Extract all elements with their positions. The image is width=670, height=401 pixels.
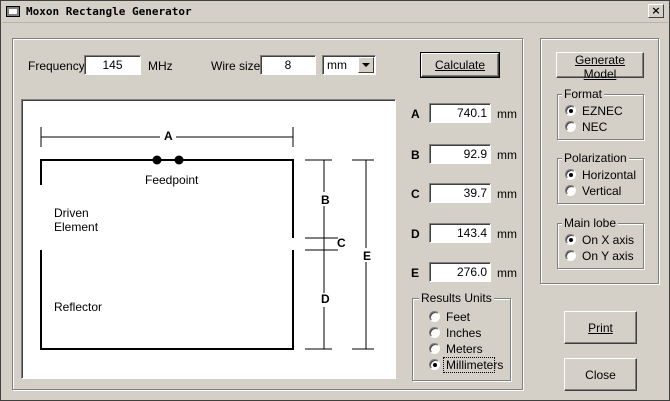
wire-size-input[interactable] (260, 55, 316, 75)
result-a-unit: mm (497, 107, 517, 121)
result-a-value[interactable] (429, 103, 491, 123)
dim-label-b: B (321, 193, 330, 207)
units-millimeters-radio[interactable] (429, 359, 440, 370)
units-inches-label[interactable]: Inches (446, 326, 481, 340)
feedpoint-label: Feedpoint (145, 173, 199, 187)
results-units-title: Results Units (419, 291, 494, 305)
antenna-diagram: A B C D E Feedpoint Driven Element Refle… (21, 99, 396, 379)
result-e-unit: mm (497, 266, 517, 280)
units-millimeters-label[interactable]: Millimeters (446, 358, 503, 372)
print-button[interactable]: Print (564, 311, 637, 344)
lobe-x-axis-radio[interactable] (565, 234, 576, 245)
units-feet-radio[interactable] (429, 311, 440, 322)
frequency-unit: MHz (148, 59, 173, 73)
dim-label-e: E (363, 249, 372, 263)
format-eznec-radio[interactable] (565, 105, 576, 116)
lobe-x-axis-label[interactable]: On X axis (582, 233, 634, 247)
driven-element-label-line1: Driven (54, 206, 89, 220)
close-button[interactable]: Close (564, 358, 637, 391)
driven-element-label-line2: Element (54, 220, 99, 234)
main-lobe-title: Main lobe (562, 216, 619, 230)
app-window: Moxon Rectangle Generator × Frequency MH… (0, 0, 670, 401)
format-nec-radio[interactable] (565, 121, 576, 132)
app-window-icon (6, 6, 20, 17)
chevron-down-icon[interactable] (358, 57, 374, 73)
result-b-unit: mm (497, 148, 517, 162)
wire-unit-select[interactable]: mm (322, 55, 376, 75)
units-meters-label[interactable]: Meters (446, 342, 483, 356)
result-d-value[interactable] (429, 223, 491, 243)
result-e-value[interactable] (429, 262, 491, 282)
wire-size-label: Wire size (211, 59, 261, 73)
close-button-label: Close (585, 367, 616, 382)
polarization-horizontal-radio[interactable] (565, 169, 576, 180)
units-meters-radio[interactable] (429, 343, 440, 354)
result-e-label: E (411, 266, 420, 280)
polarization-title: Polarization (562, 151, 629, 165)
result-a-label: A (411, 107, 420, 121)
units-feet-label[interactable]: Feet (446, 310, 470, 324)
dim-label-a: A (164, 129, 173, 143)
frequency-label: Frequency (28, 59, 85, 73)
lobe-y-axis-radio[interactable] (565, 250, 576, 261)
title-bar[interactable]: Moxon Rectangle Generator × (2, 2, 668, 23)
polarization-vertical-label[interactable]: Vertical (582, 184, 621, 198)
result-b-label: B (411, 148, 420, 162)
format-eznec-label[interactable]: EZNEC (582, 104, 623, 118)
feedpoint-dot-right (174, 155, 184, 165)
result-c-unit: mm (497, 187, 517, 201)
generate-model-button-label: Generate Model (574, 53, 626, 81)
result-c-value[interactable] (429, 183, 491, 203)
polarization-vertical-radio[interactable] (565, 185, 576, 196)
dim-label-d: D (321, 292, 330, 306)
print-button-label: Print (588, 320, 613, 335)
feedpoint-dot-left (152, 155, 162, 165)
dim-label-c: C (337, 236, 346, 250)
frequency-input[interactable] (84, 55, 141, 75)
polarization-horizontal-label[interactable]: Horizontal (582, 168, 636, 182)
wire-unit-value: mm (327, 58, 347, 72)
result-d-label: D (411, 227, 420, 241)
format-nec-label[interactable]: NEC (582, 120, 607, 134)
lobe-y-axis-label[interactable]: On Y axis (582, 249, 634, 263)
calculate-button-label: Calculate (434, 58, 486, 72)
result-c-label: C (411, 187, 420, 201)
calculate-button[interactable]: Calculate (420, 52, 500, 78)
format-title: Format (562, 87, 605, 101)
reflector-label: Reflector (54, 300, 103, 314)
generate-model-button[interactable]: Generate Model (556, 52, 644, 81)
window-title: Moxon Rectangle Generator (26, 5, 192, 18)
result-d-unit: mm (497, 227, 517, 241)
result-b-value[interactable] (429, 144, 491, 164)
close-window-button[interactable]: × (648, 4, 664, 18)
units-inches-radio[interactable] (429, 327, 440, 338)
